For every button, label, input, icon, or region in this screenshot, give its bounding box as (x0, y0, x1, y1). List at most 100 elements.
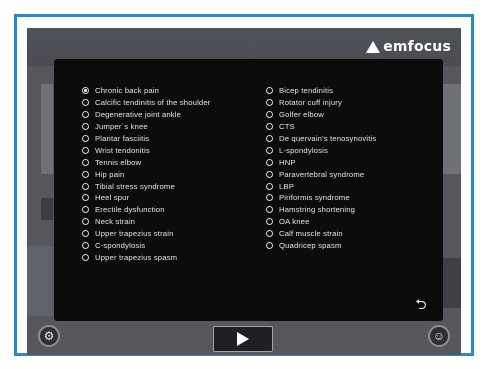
radio-selected-icon[interactable] (82, 87, 89, 95)
radio-unselected-icon[interactable] (82, 206, 89, 214)
condition-option-label: Rotator cuff injury (279, 98, 342, 108)
condition-option[interactable]: Quadricep spasm (266, 240, 376, 252)
condition-option[interactable]: LBP (266, 180, 376, 192)
condition-option[interactable]: Heel spur (82, 192, 211, 204)
radio-unselected-icon[interactable] (82, 218, 89, 226)
background-card-left (27, 246, 53, 316)
condition-option-label: Piriformis syndrome (279, 193, 350, 203)
logo-mark-icon (366, 41, 381, 53)
back-button[interactable]: ⮌ (413, 297, 429, 311)
condition-option-label: Calcific tendinitis of the shoulder (95, 98, 211, 108)
radio-unselected-icon[interactable] (266, 170, 273, 178)
radio-unselected-icon[interactable] (266, 135, 273, 142)
background-panel-left (41, 84, 53, 174)
radio-unselected-icon[interactable] (266, 230, 273, 238)
background-readout-right (443, 258, 461, 308)
condition-option[interactable]: Upper trapezius spasm (82, 251, 211, 263)
radio-unselected-icon[interactable] (266, 146, 273, 154)
condition-option-label: Chronic back pain (95, 86, 160, 96)
condition-select-dialog: Chronic back pain Calcific tendinitis of … (54, 59, 443, 321)
radio-unselected-icon[interactable] (266, 87, 273, 95)
condition-option-label: Bicep tendinitis (279, 86, 334, 96)
condition-option[interactable]: C-spondylosis (82, 240, 211, 252)
radio-unselected-icon[interactable] (266, 182, 273, 190)
condition-option-label: Upper trapezius strain (95, 229, 174, 239)
condition-option[interactable]: HNP (266, 156, 376, 168)
condition-option-label: C-spondylosis (95, 241, 146, 251)
condition-option[interactable]: Plantar fasciitis (82, 133, 211, 145)
radio-unselected-icon[interactable] (82, 182, 89, 190)
radio-unselected-icon[interactable] (266, 218, 273, 226)
radio-unselected-icon[interactable] (82, 242, 89, 250)
condition-option[interactable]: L-spondylosis (266, 144, 376, 156)
condition-option[interactable]: Wrist tendonitis (82, 144, 211, 156)
condition-option[interactable]: Bicep tendinitis (266, 85, 376, 97)
condition-option[interactable]: Jumper`s knee (82, 121, 211, 133)
radio-unselected-icon[interactable] (82, 194, 89, 202)
condition-option[interactable]: Chronic back pain (82, 85, 211, 97)
condition-option-label: Paravertebral syndrome (279, 169, 365, 179)
condition-option[interactable]: Calf muscle strain (266, 228, 376, 240)
condition-option[interactable]: Neck strain (82, 216, 211, 228)
profile-button[interactable]: ☺ (428, 325, 450, 347)
condition-option[interactable]: Rotator cuff injury (266, 97, 376, 109)
radio-unselected-icon[interactable] (82, 170, 89, 178)
condition-option[interactable]: Calcific tendinitis of the shoulder (82, 97, 211, 109)
brand-logo: emfocus (366, 36, 451, 58)
condition-option[interactable]: Hamstring shortening (266, 204, 376, 216)
condition-option[interactable]: OA knee (266, 216, 376, 228)
condition-option-label: Golfer elbow (279, 110, 324, 120)
radio-unselected-icon[interactable] (266, 206, 273, 214)
gear-icon: ⚙ (43, 329, 55, 343)
radio-unselected-icon[interactable] (266, 99, 273, 107)
condition-option[interactable]: Paravertebral syndrome (266, 168, 376, 180)
condition-option-label: CTS (279, 122, 295, 132)
background-panel-right (443, 84, 461, 174)
condition-option-label: Neck strain (95, 217, 136, 227)
radio-unselected-icon[interactable] (82, 123, 89, 131)
condition-option-label: Degenerative joint ankle (95, 110, 182, 120)
radio-unselected-icon[interactable] (266, 123, 273, 131)
condition-option-label: Calf muscle strain (279, 229, 343, 239)
condition-option[interactable]: De quervain's tenosynovitis (266, 133, 376, 145)
condition-option-label: Quadricep spasm (279, 241, 342, 251)
play-icon (237, 332, 249, 346)
radio-unselected-icon[interactable] (82, 146, 89, 154)
condition-option[interactable]: Tibial stress syndrome (82, 180, 211, 192)
radio-unselected-icon[interactable] (266, 242, 273, 250)
condition-option-label: Erectile dysfunction (95, 205, 165, 215)
condition-option[interactable]: Hip pain (82, 168, 211, 180)
condition-option[interactable]: Piriformis syndrome (266, 192, 376, 204)
condition-option-label: OA knee (279, 217, 310, 227)
radio-unselected-icon[interactable] (82, 99, 89, 107)
play-button[interactable] (213, 326, 273, 352)
condition-option[interactable]: Upper trapezius strain (82, 228, 211, 240)
radio-unselected-icon[interactable] (266, 194, 273, 202)
condition-option-label: LBP (279, 181, 294, 191)
condition-option[interactable]: Degenerative joint ankle (82, 109, 211, 121)
radio-unselected-icon[interactable] (266, 158, 273, 166)
settings-button[interactable]: ⚙ (38, 325, 60, 347)
radio-unselected-icon[interactable] (82, 253, 89, 261)
radio-unselected-icon[interactable] (82, 111, 89, 119)
radio-unselected-icon[interactable] (82, 135, 89, 142)
condition-list-left: Chronic back pain Calcific tendinitis of … (82, 85, 211, 263)
condition-option-label: Plantar fasciitis (95, 134, 150, 143)
radio-unselected-icon[interactable] (82, 158, 89, 166)
condition-option-label: Tibial stress syndrome (95, 181, 175, 191)
return-arrow-icon: ⮌ (415, 296, 427, 312)
condition-option[interactable]: Erectile dysfunction (82, 204, 211, 216)
condition-option-label: Hip pain (95, 169, 125, 179)
condition-option-label: Hamstring shortening (279, 205, 356, 215)
condition-option-label: Heel spur (95, 193, 130, 203)
condition-option[interactable]: CTS (266, 121, 376, 133)
condition-list-right: Bicep tendinitis Rotator cuff injury Golfe… (266, 85, 376, 251)
condition-option-label: Jumper`s knee (95, 122, 148, 132)
condition-option-label: De quervain's tenosynovitis (279, 134, 377, 143)
radio-unselected-icon[interactable] (266, 111, 273, 119)
condition-option[interactable]: Tennis elbow (82, 156, 211, 168)
condition-option[interactable]: Golfer elbow (266, 109, 376, 121)
condition-option-label: Tennis elbow (95, 157, 142, 167)
radio-unselected-icon[interactable] (82, 230, 89, 238)
user-icon: ☺ (432, 329, 446, 343)
